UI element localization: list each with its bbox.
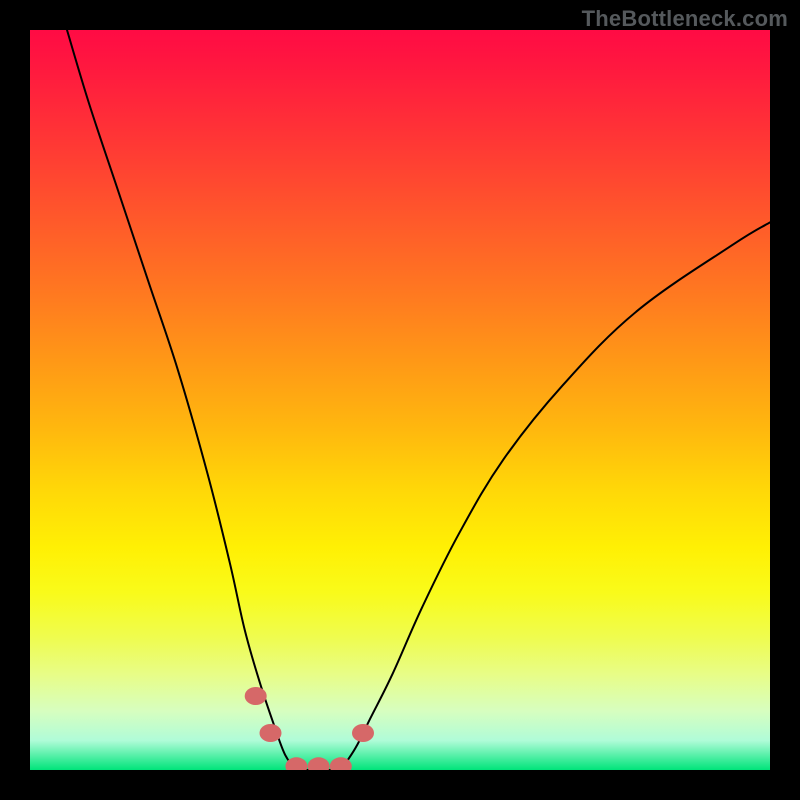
right-curve — [341, 222, 770, 770]
watermark-text: TheBottleneck.com — [582, 6, 788, 32]
right-marker — [352, 724, 374, 742]
plot-area — [30, 30, 770, 770]
left-marker-upper — [245, 687, 267, 705]
curve-layer — [30, 30, 770, 770]
chart-frame: TheBottleneck.com — [0, 0, 800, 800]
floor-marker-mid — [308, 757, 330, 770]
left-marker-lower — [260, 724, 282, 742]
left-curve — [67, 30, 296, 770]
marker-layer — [245, 687, 374, 770]
